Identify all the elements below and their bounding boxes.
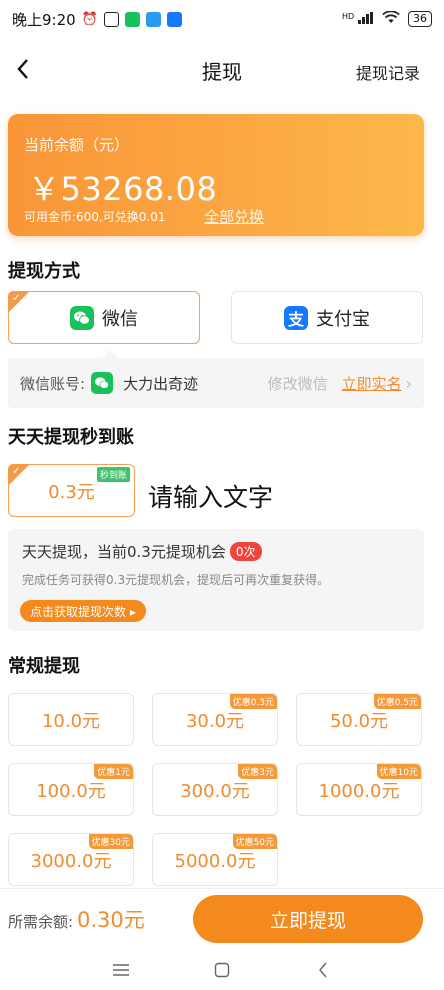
account-label: 微信账号: — [20, 374, 86, 393]
method-section-title: 提现方式 — [8, 261, 80, 282]
withdraw-record-link[interactable]: 提现记录 — [356, 60, 420, 84]
realname-link[interactable]: 立即实名 — [342, 373, 402, 394]
status-bar: 晚上9:20 ⏰ HD 36 — [0, 0, 444, 38]
amount-label: 1000.0元 — [318, 780, 400, 802]
amount-option-10[interactable]: 10.0元 — [8, 693, 134, 746]
menu-icon — [112, 964, 129, 976]
amount-label: 5000.0元 — [174, 850, 256, 872]
discount-tag: 优惠50元 — [232, 834, 277, 849]
balance-label: 当前余额（元） — [24, 136, 130, 154]
app-notification-icon — [145, 11, 161, 27]
check-icon: ✓ — [12, 466, 21, 477]
check-icon: ✓ — [12, 293, 21, 304]
required-balance-label: 所需余额: — [8, 913, 74, 931]
daily-info-title-row: 天天提现，当前0.3元提现机会 0次 — [22, 541, 262, 562]
system-back-icon — [319, 962, 327, 978]
coin-info: 可用金币:600,可兑换0.01 — [24, 210, 166, 224]
wechat-notification-icon — [124, 11, 140, 27]
network-type: HD — [341, 11, 355, 21]
wifi-icon — [382, 10, 400, 27]
back-arrow-icon — [17, 59, 28, 79]
amount-option-30[interactable]: 优惠0.3元 30.0元 — [152, 693, 278, 746]
daily-info-title: 天天提现，当前0.3元提现机会 — [22, 543, 226, 561]
alipay-icon: 支 — [284, 305, 308, 330]
method-alipay-option[interactable]: 支 支付宝 — [231, 291, 423, 344]
amount-option-1000[interactable]: 优惠10元 1000.0元 — [296, 763, 422, 816]
daily-section-title: 天天提现秒到账 — [8, 427, 134, 448]
account-row-pointer — [101, 350, 119, 359]
amount-option-300[interactable]: 优惠3元 300.0元 — [152, 763, 278, 816]
amount-label: 50.0元 — [329, 710, 389, 732]
amount-label: 3000.0元 — [30, 850, 112, 872]
daily-amount-label: 0.3元 — [48, 481, 95, 503]
method-wechat-label: 微信 — [102, 308, 138, 330]
method-alipay-label: 支付宝 — [316, 308, 370, 330]
discount-tag: 优惠0.3元 — [229, 694, 277, 709]
wechat-icon — [70, 305, 94, 330]
placeholder-text: 请输入文字 — [148, 483, 274, 512]
wechat-avatar-icon — [91, 372, 114, 394]
nfc-icon — [103, 11, 119, 27]
amount-option-50[interactable]: 优惠0.5元 50.0元 — [296, 693, 422, 746]
signal-icon: HD — [341, 11, 374, 27]
amount-option-3000[interactable]: 优惠30元 3000.0元 — [8, 833, 134, 886]
balance-value: ￥53268.08 — [28, 170, 218, 208]
alarm-icon: ⏰ — [81, 11, 98, 27]
edit-wechat-link[interactable]: 修改微信 — [268, 373, 328, 394]
amount-label: 300.0元 — [180, 780, 250, 802]
withdraw-now-button[interactable]: 立即提现 — [193, 895, 423, 943]
instant-tag: 秒到账 — [96, 467, 130, 482]
daily-amount-option[interactable]: ✓ 秒到账 0.3元 — [8, 464, 135, 517]
bottom-action-bar: 所需余额: 0.30元 立即提现 — [0, 888, 444, 950]
method-wechat-option[interactable]: ✓ 微信 — [8, 291, 200, 344]
amount-option-5000[interactable]: 优惠50元 5000.0元 — [152, 833, 278, 886]
system-nav-bar — [0, 950, 444, 990]
system-back-button[interactable] — [303, 955, 343, 985]
discount-tag: 优惠0.5元 — [373, 694, 421, 709]
discount-tag: 优惠1元 — [94, 764, 133, 779]
menu-button[interactable] — [101, 955, 141, 985]
nav-bar: 提现 提现记录 — [0, 48, 444, 92]
discount-tag: 优惠10元 — [376, 764, 421, 779]
chevron-right-icon: › — [405, 373, 412, 393]
home-icon — [214, 962, 230, 978]
back-button[interactable] — [8, 54, 38, 84]
daily-info-desc: 完成任务可获得0.3元提现机会，提现后可再次重复获得。 — [22, 573, 330, 587]
home-button[interactable] — [202, 955, 242, 985]
balance-card: 当前余额（元） ￥53268.08 可用金币:600,可兑换0.01 全部兑换 — [8, 114, 424, 236]
required-balance-value: 0.30元 — [77, 908, 145, 932]
battery-indicator: 36 — [408, 11, 432, 27]
get-chances-button[interactable]: 点击获取提现次数 ▸ — [20, 600, 146, 622]
account-name: 大力出奇迹 — [123, 374, 199, 393]
amount-label: 30.0元 — [185, 710, 245, 732]
cloud-notification-icon — [166, 11, 182, 27]
discount-tag: 优惠3元 — [238, 764, 277, 779]
chance-count-badge: 0次 — [229, 542, 262, 561]
daily-info-box: 天天提现，当前0.3元提现机会 0次 完成任务可获得0.3元提现机会，提现后可再… — [8, 529, 424, 631]
exchange-all-link[interactable]: 全部兑换 — [204, 206, 264, 227]
discount-tag: 优惠30元 — [88, 834, 133, 849]
regular-section-title: 常规提现 — [8, 656, 80, 677]
amount-label: 100.0元 — [36, 780, 106, 802]
amount-option-100[interactable]: 优惠1元 100.0元 — [8, 763, 134, 816]
wechat-account-row: 微信账号: 大力出奇迹 修改微信 立即实名 › — [8, 350, 424, 408]
amount-label: 10.0元 — [41, 710, 101, 732]
status-time: 晚上9:20 — [12, 10, 76, 29]
